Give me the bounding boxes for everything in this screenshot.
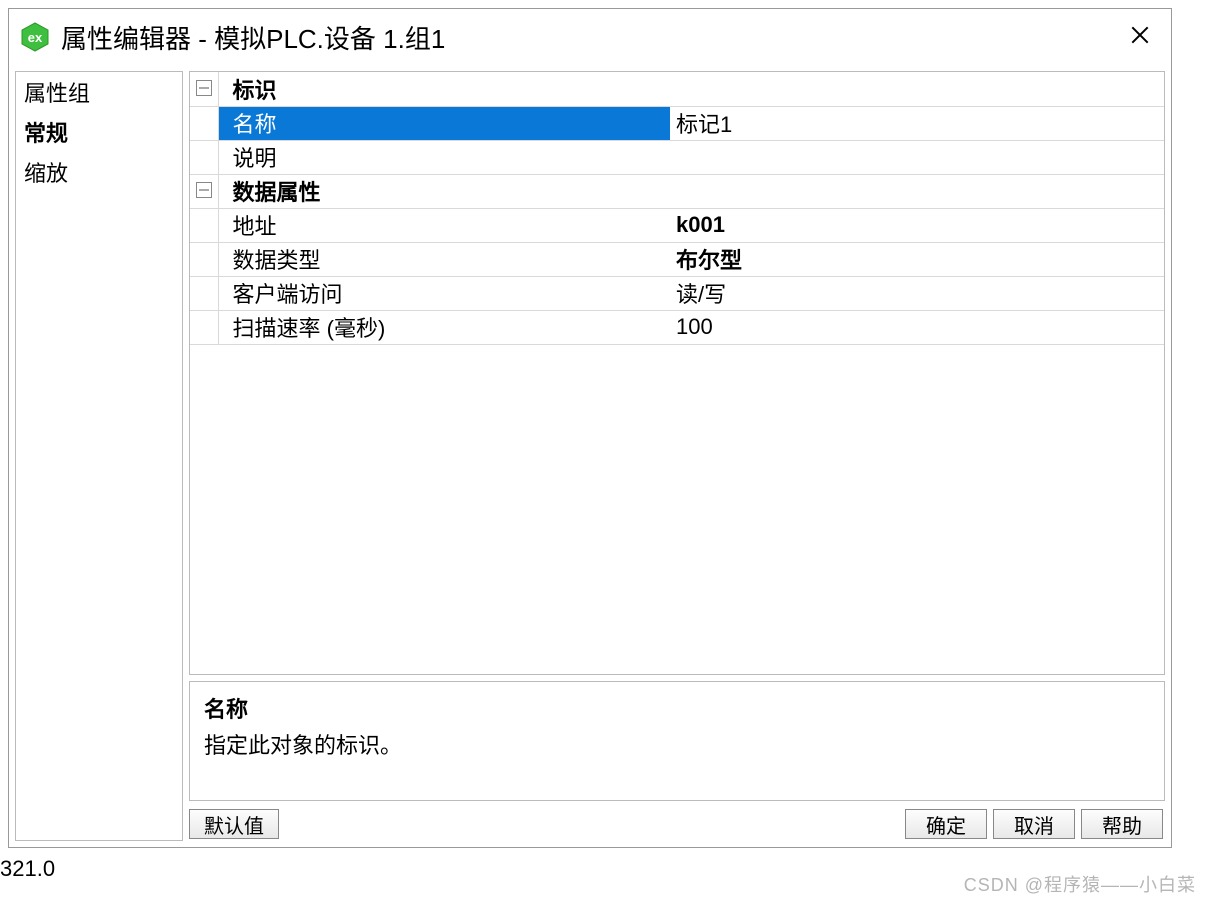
group-label: 数据属性 — [218, 174, 1164, 208]
main-panel: 标识 名称 说明 — [189, 71, 1165, 841]
row-datatype[interactable]: 数据类型 布尔型 — [190, 242, 1164, 276]
property-grid: 标识 名称 说明 — [189, 71, 1165, 675]
group-label: 标识 — [218, 72, 1164, 106]
status-number: 321.0 — [0, 856, 55, 882]
row-scan-rate[interactable]: 扫描速率 (毫秒) 100 — [190, 310, 1164, 344]
watermark: CSDN @程序猿——小白菜 — [964, 871, 1196, 897]
row-description[interactable]: 说明 — [190, 140, 1164, 174]
prop-key: 扫描速率 (毫秒) — [218, 310, 670, 344]
button-row: 默认值 确定 取消 帮助 — [189, 807, 1165, 841]
description-panel: 名称 指定此对象的标识。 — [189, 681, 1165, 801]
prop-key: 数据类型 — [218, 242, 670, 276]
prop-key: 说明 — [218, 140, 670, 174]
description-text: 指定此对象的标识。 — [204, 728, 1150, 760]
prop-key: 客户端访问 — [218, 276, 670, 310]
name-input[interactable] — [676, 107, 1164, 140]
sidebar-header: 属性组 — [16, 72, 182, 112]
prop-key: 地址 — [218, 208, 670, 242]
prop-value[interactable]: 读/写 — [670, 276, 1164, 310]
defaults-button[interactable]: 默认值 — [189, 809, 279, 839]
sidebar-item-scale[interactable]: 缩放 — [16, 152, 182, 192]
row-client-access[interactable]: 客户端访问 读/写 — [190, 276, 1164, 310]
ok-button[interactable]: 确定 — [905, 809, 987, 839]
dialog-body: 属性组 常规 缩放 标识 名称 — [9, 65, 1171, 847]
close-icon[interactable] — [1119, 16, 1161, 58]
app-icon: ex — [19, 21, 51, 53]
cancel-button[interactable]: 取消 — [993, 809, 1075, 839]
prop-key: 名称 — [218, 106, 670, 140]
titlebar: ex 属性编辑器 - 模拟PLC.设备 1.组1 — [9, 9, 1171, 65]
row-name[interactable]: 名称 — [190, 106, 1164, 140]
prop-value[interactable] — [670, 140, 1164, 174]
group-data-attributes[interactable]: 数据属性 — [190, 174, 1164, 208]
window-title: 属性编辑器 - 模拟PLC.设备 1.组1 — [61, 19, 445, 56]
sidebar: 属性组 常规 缩放 — [15, 71, 183, 841]
group-identity[interactable]: 标识 — [190, 72, 1164, 106]
prop-value[interactable]: 布尔型 — [670, 242, 1164, 276]
property-editor-window: ex 属性编辑器 - 模拟PLC.设备 1.组1 属性组 常规 缩放 标识 — [8, 8, 1172, 848]
prop-value[interactable]: 100 — [670, 310, 1164, 344]
sidebar-item-general[interactable]: 常规 — [16, 112, 182, 152]
minus-icon[interactable] — [196, 182, 212, 198]
prop-value[interactable]: k001 — [670, 208, 1164, 242]
minus-icon[interactable] — [196, 80, 212, 96]
description-title: 名称 — [204, 692, 1150, 724]
svg-text:ex: ex — [28, 30, 43, 45]
help-button[interactable]: 帮助 — [1081, 809, 1163, 839]
row-address[interactable]: 地址 k001 — [190, 208, 1164, 242]
